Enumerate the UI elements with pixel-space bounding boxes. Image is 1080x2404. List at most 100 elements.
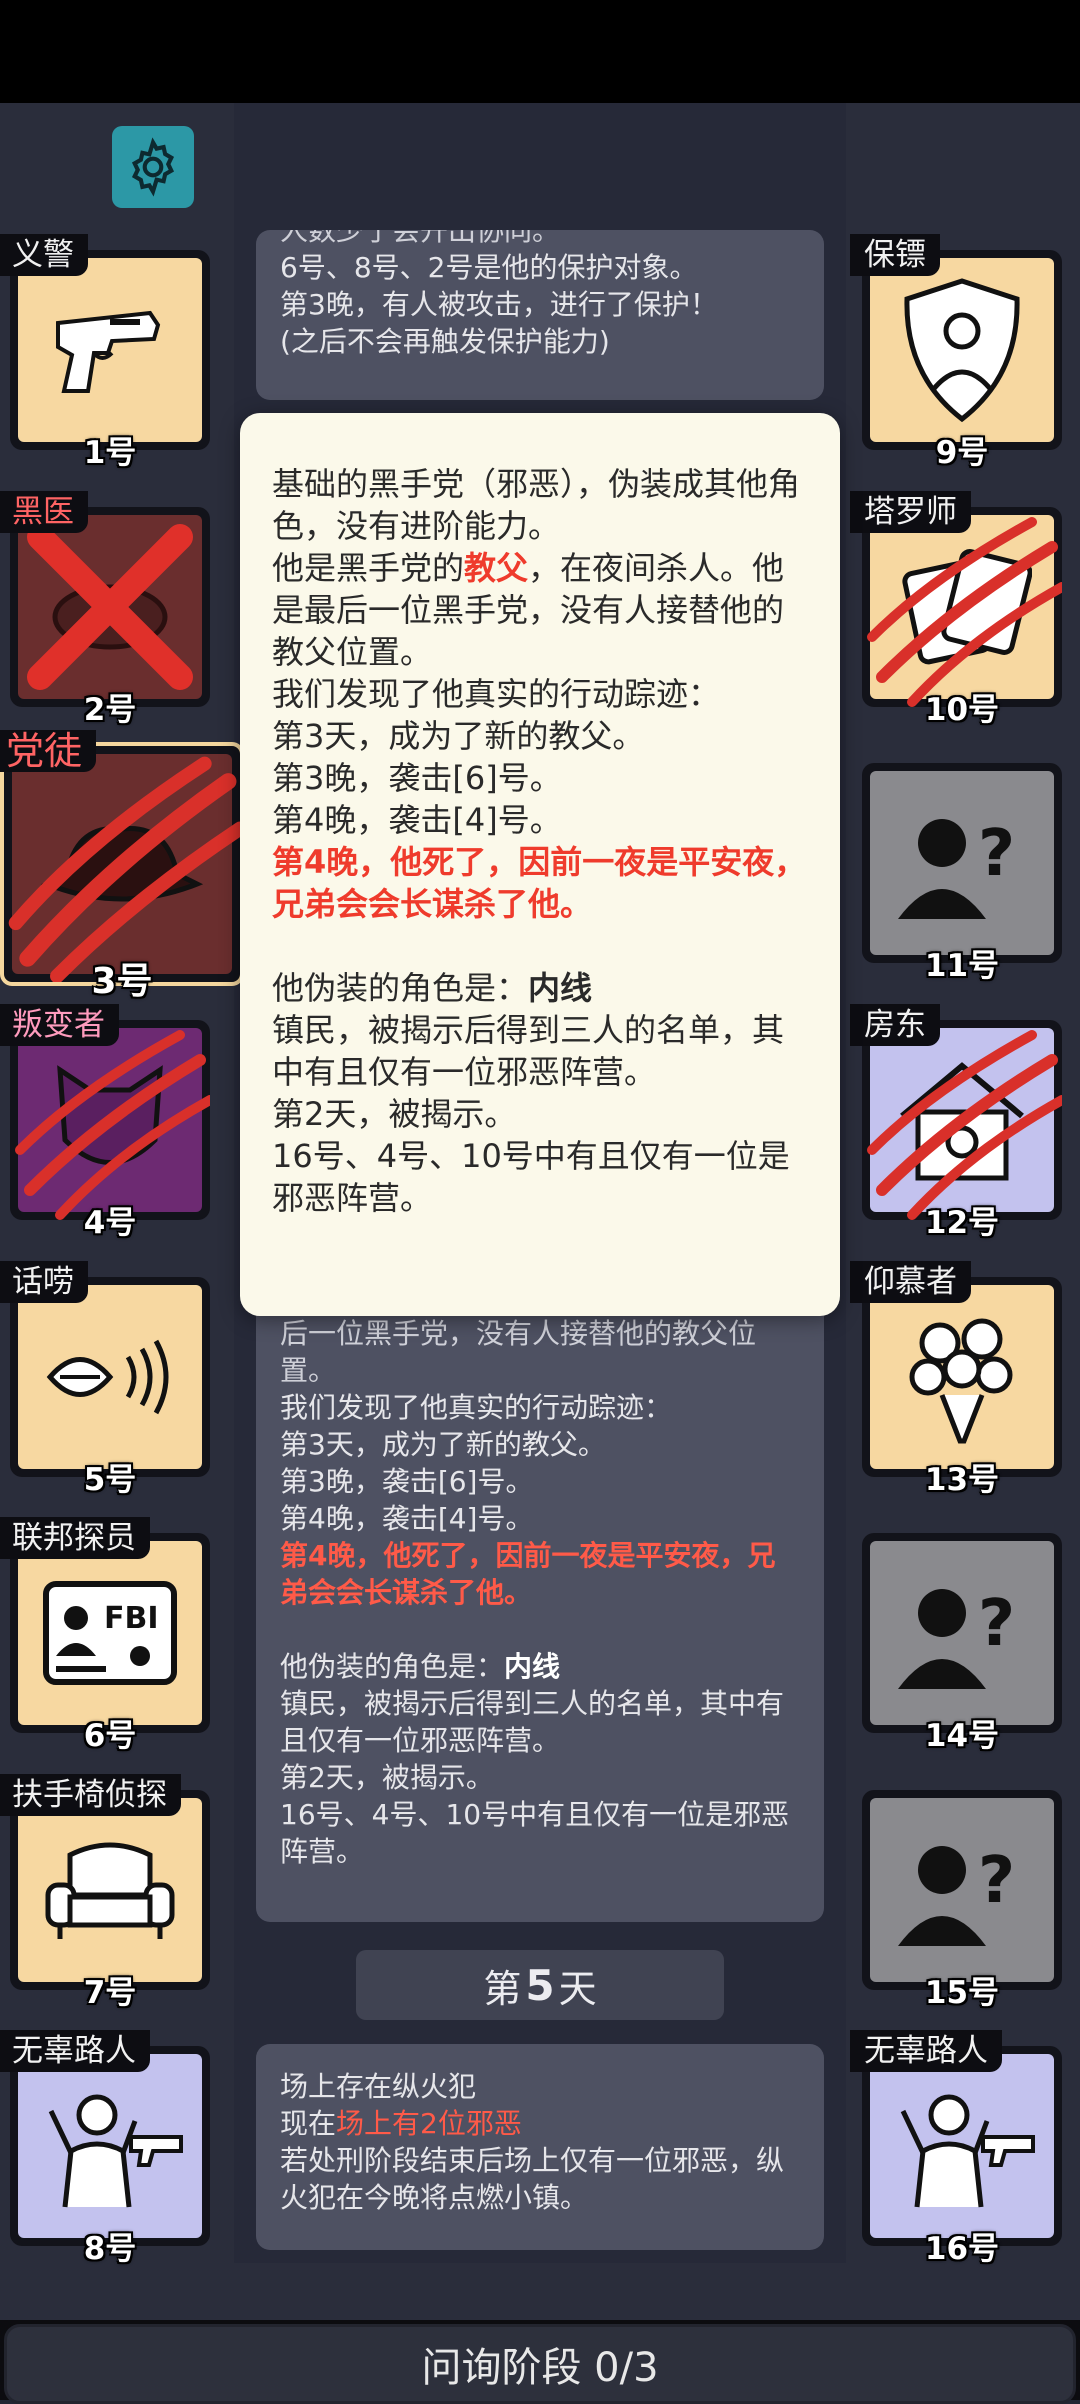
role-label: 义警	[0, 234, 88, 276]
player-number: 14号	[924, 1718, 1000, 1754]
player-card-5[interactable]: 话唠 5号	[0, 1261, 210, 1498]
popup-line: 第3晚，袭击[6]号。	[272, 759, 562, 797]
player-number: 16号	[924, 2231, 1000, 2267]
player-card-7[interactable]: 扶手椅侦探 7号	[0, 1774, 210, 2011]
death-notice: 第4晚，他死了，因前一夜是平安夜，兄弟会会长谋杀了他。	[280, 1539, 776, 1609]
talking-mouth-icon	[46, 1339, 169, 1415]
role-label: 无辜路人	[850, 2030, 1002, 2072]
player-number: 11号	[924, 948, 1000, 984]
unknown-person-icon: ?	[898, 1844, 1015, 1946]
player-card-13[interactable]: 仰慕者 13号	[850, 1261, 1062, 1498]
log-line: (之后不会再触发保护能力)	[280, 325, 610, 358]
footer-bar: 问询阶段 0/3	[0, 2320, 1080, 2404]
house-icon	[900, 1062, 1024, 1181]
role-label: 党徒	[0, 730, 97, 772]
fbi-badge-icon: FBI	[43, 1581, 177, 1685]
player-card-12[interactable]: 房东 12号	[850, 1004, 1062, 1241]
popup-line: 第3天，成为了新的教父。	[272, 717, 645, 755]
player-number: 15号	[924, 1975, 1000, 2011]
log-entry-bodyguard: 人数少于会开出协同。 6号、8号、2号是他的保护对象。 第3晚，有人被攻击，进行…	[256, 230, 824, 400]
player-card-6[interactable]: 联邦探员 FBI 6号	[0, 1517, 210, 1754]
bystander-gun-icon	[900, 2094, 1035, 2208]
role-label: 无辜路人	[0, 2030, 150, 2072]
unknown-person-icon: ?	[898, 1587, 1015, 1689]
player-number: 1号	[83, 435, 137, 471]
log-line: 人数少于会开出协同。	[280, 230, 561, 247]
armchair-icon	[45, 1842, 175, 1939]
player-number: 10号	[924, 692, 1000, 728]
role-label: 塔罗师	[850, 491, 971, 533]
log-line: 6号、8号、2号是他的保护对象。	[280, 251, 698, 284]
player-card-9[interactable]: 保镖 9号	[850, 234, 1062, 471]
log-entry-godfather: 他是黑手党的教父，在夜间杀人。他是最后一位黑手党，没有人接替他的教父位置。 我们…	[256, 1290, 824, 1922]
log-line: 若处刑阶段结束后场上仅有一位邪恶，纵火犯在今晚将点燃小镇。	[280, 2144, 785, 2214]
role-label: 仰慕者	[850, 1261, 971, 1303]
player-number: 4号	[83, 1205, 137, 1241]
log-line: 第3天，成为了新的教父。	[280, 1428, 606, 1461]
pistol-icon	[56, 310, 161, 393]
player-card-8[interactable]: 无辜路人 8号	[0, 2030, 210, 2267]
popup-line: 镇民，被揭示后得到三人的名单，其中有且仅有一位邪恶阵营。	[272, 1011, 785, 1091]
role-label: 叛变者	[0, 1004, 119, 1046]
player-number: 9号	[935, 435, 989, 471]
phase-indicator[interactable]: 问询阶段 0/3	[4, 2324, 1076, 2404]
svg-text:?: ?	[978, 1844, 1015, 1918]
svg-text:?: ?	[978, 1587, 1015, 1661]
bouquet-icon	[909, 1318, 1013, 1444]
role-label: 联邦探员	[0, 1517, 150, 1559]
player-card-10[interactable]: 塔罗师 10号	[850, 491, 1062, 728]
log-line: 第2天，被揭示。	[280, 1761, 494, 1794]
player-card-3[interactable]: 党徒 3号	[0, 730, 244, 1002]
settings-button[interactable]	[112, 126, 194, 208]
popup-death-notice: 第4晚，他死了，因前一夜是平安夜，兄弟会会长谋杀了他。	[272, 843, 807, 923]
popup-role-line: 他是黑手党的教父，在夜间杀人。他是最后一位黑手党，没有人接替他的教父位置。	[272, 549, 785, 671]
player-card-4[interactable]: 叛变者 4号	[0, 1004, 210, 1241]
player-number: 13号	[924, 1462, 1000, 1498]
svg-text:FBI: FBI	[104, 1601, 159, 1636]
log-line: 第3晚，有人被攻击，进行了保护！	[280, 288, 718, 321]
fedora-hat-icon	[40, 826, 204, 902]
log-line: 镇民，被揭示后得到三人的名单，其中有且仅有一位邪恶阵营。	[280, 1687, 785, 1757]
log-entry-arsonist: 场上存在纵火犯 现在场上有2位邪恶 若处刑阶段结束后场上仅有一位邪恶，纵火犯在今…	[256, 2044, 824, 2250]
player-number: 2号	[83, 692, 137, 728]
role-detail-popup[interactable]: 基础的黑手党（邪恶），伪装成其他角色，没有进阶能力。 他是黑手党的教父，在夜间杀…	[240, 413, 840, 1316]
mask-icon	[57, 1065, 163, 1165]
player-card-15[interactable]: ? 15号	[862, 1790, 1062, 2011]
role-label: 扶手椅侦探	[0, 1774, 181, 1816]
player-card-11[interactable]: ? 11号	[862, 763, 1062, 984]
player-number: 6号	[83, 1718, 137, 1754]
bystander-gun-icon	[48, 2094, 183, 2208]
player-card-2[interactable]: 黑医 2号	[0, 491, 210, 728]
player-number: 5号	[83, 1462, 137, 1498]
role-label: 话唠	[0, 1261, 88, 1303]
player-number: 7号	[83, 1975, 137, 2011]
player-card-16[interactable]: 无辜路人 16号	[850, 2030, 1062, 2267]
crossed-out-icon	[27, 524, 193, 690]
disguise-line: 他伪装的角色是：内线	[280, 1650, 561, 1683]
popup-line: 第2天，被揭示。	[272, 1095, 517, 1133]
log-line: 16号、4号、10号中有且仅有一位是邪恶阵营。	[280, 1798, 790, 1868]
player-card-14[interactable]: ? 14号	[862, 1533, 1062, 1754]
role-label: 保镖	[850, 234, 940, 276]
log-line: 第4晚，袭击[4]号。	[280, 1502, 534, 1535]
popup-desc: 基础的黑手党（邪恶），伪装成其他角色，没有进阶能力。	[272, 465, 801, 545]
status-bar	[0, 0, 1080, 103]
phase-label: 问询阶段 0/3	[421, 2345, 659, 2391]
log-line: 第3晚，袭击[6]号。	[280, 1465, 534, 1498]
gear-icon	[131, 137, 175, 197]
svg-text:?: ?	[978, 817, 1015, 891]
log-line: 我们发现了他真实的行动踪迹：	[280, 1391, 673, 1424]
player-number: 3号	[91, 961, 153, 1002]
day-header: 第5天	[356, 1950, 724, 2020]
log-line: 现在场上有2位邪恶	[280, 2107, 522, 2140]
unknown-person-icon: ?	[898, 817, 1015, 919]
bodyguard-shield-icon	[904, 278, 1020, 423]
player-card-1[interactable]: 义警 1号	[0, 234, 210, 471]
popup-line: 16号、4号、10号中有且仅有一位是邪恶阵营。	[272, 1137, 790, 1217]
role-label: 房东	[850, 1004, 940, 1046]
tarot-card-icon	[902, 549, 1032, 665]
popup-disguise-line: 他伪装的角色是：内线	[272, 969, 593, 1007]
log-line: 场上存在纵火犯	[280, 2070, 477, 2103]
popup-line: 我们发现了他真实的行动踪迹：	[272, 675, 721, 713]
role-label: 黑医	[0, 491, 88, 533]
